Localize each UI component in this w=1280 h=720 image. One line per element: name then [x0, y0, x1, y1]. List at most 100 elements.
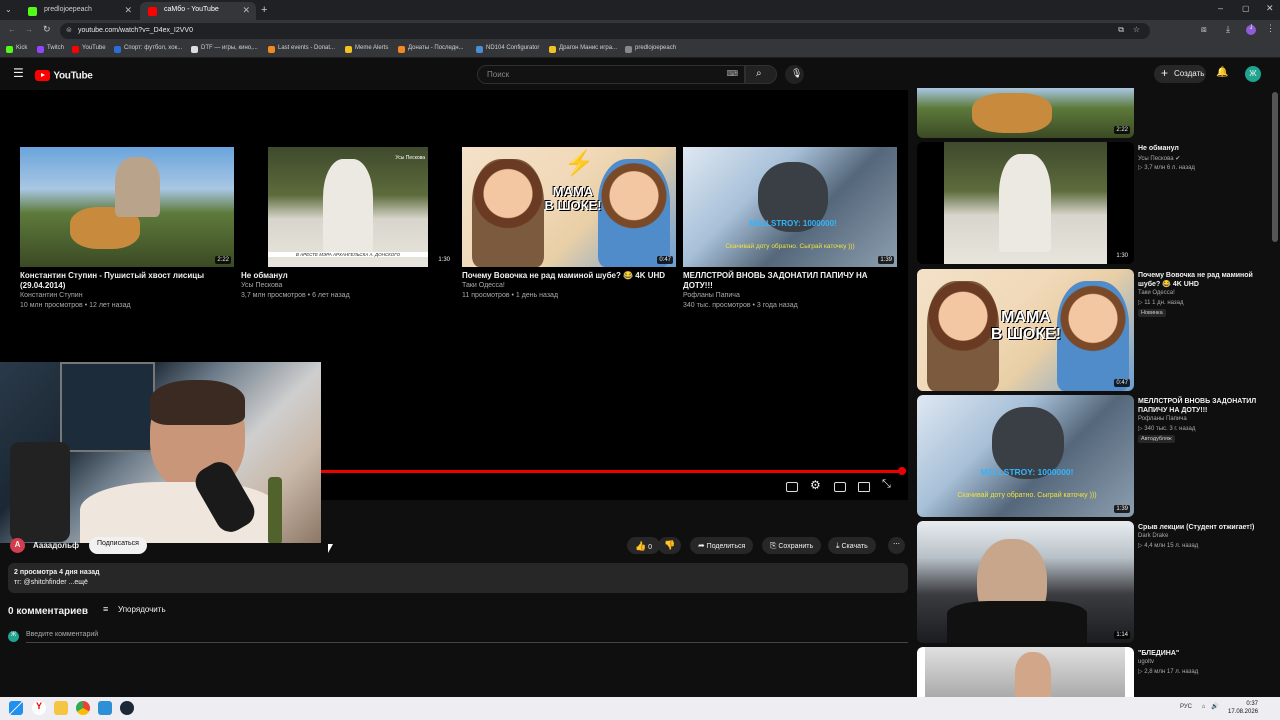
file-explorer-icon[interactable]: [54, 701, 68, 715]
chrome-icon[interactable]: [76, 701, 90, 715]
fullscreen-icon[interactable]: ⤡: [882, 478, 891, 491]
bookmark-item[interactable]: ND104 Configurator: [476, 45, 539, 53]
bottle-shape: [268, 477, 282, 543]
bookmark-star-icon[interactable]: ☆: [1133, 25, 1140, 34]
hamburger-menu-icon[interactable]: ☰: [13, 66, 24, 80]
close-tab-icon[interactable]: ✕: [124, 5, 132, 16]
profile-avatar[interactable]: J: [1246, 25, 1256, 35]
person-shape: [999, 154, 1051, 252]
create-button[interactable]: + Создать: [1154, 65, 1206, 83]
language-indicator[interactable]: РУС: [1180, 704, 1192, 710]
sidebar-video-item[interactable]: МАМА В ШОКЕ! 0:47 Почему Вовочка не рад …: [917, 269, 1277, 391]
thumbs-down-icon: 👎: [664, 540, 676, 550]
dislike-button[interactable]: 👎: [658, 537, 682, 554]
yandex-browser-icon[interactable]: Y: [32, 701, 46, 715]
sidebar-video-item[interactable]: 1:30 Не обманул Усы Пескова ✔ ▷ 3,7 млн …: [917, 142, 1277, 264]
bookmark-item[interactable]: Meme Alerts: [345, 45, 388, 53]
windows-start-icon[interactable]: [9, 701, 23, 715]
sports-site-icon: [114, 46, 121, 53]
bookmark-item[interactable]: Спорт: футбол, хок...: [114, 45, 182, 53]
extensions-icon[interactable]: ⧈: [1201, 24, 1207, 35]
jacket-shape: [947, 601, 1087, 643]
browser-tab[interactable]: predlojoepeach ✕: [20, 2, 138, 20]
downloads-icon[interactable]: ⤓: [1226, 24, 1230, 35]
description-box[interactable]: 2 просмотра 4 дня назад тг: @shitchfinde…: [8, 563, 908, 593]
bookmark-item[interactable]: YouTube: [72, 45, 106, 53]
download-button[interactable]: ⤓ Скачать: [828, 537, 876, 554]
donationalerts-icon: [268, 46, 275, 53]
bookmark-item[interactable]: Twitch: [37, 45, 64, 53]
mouse-cursor-icon: [328, 544, 333, 553]
browser-menu-icon[interactable]: ⋮: [1266, 23, 1275, 34]
sidebar-video-item[interactable]: "БЛЕДИНА" ugoltv ▷ 2,8 млн 17 л. назад: [917, 647, 1277, 697]
voice-search-button[interactable]: 🎙: [785, 65, 804, 84]
like-button[interactable]: 👍 0: [627, 537, 661, 554]
back-icon[interactable]: ←: [8, 25, 16, 34]
bookmark-item[interactable]: Драгон Манис игра...: [549, 45, 617, 53]
bookmark-item[interactable]: Last events - Donat...: [268, 45, 335, 53]
system-clock[interactable]: 0:37 17.08.2026: [1228, 700, 1258, 716]
cast-icon[interactable]: [858, 482, 870, 492]
bookmark-item[interactable]: Kick: [6, 45, 27, 53]
autoplay-toggle-icon[interactable]: [786, 482, 798, 492]
maximize-window-icon[interactable]: ▢: [1242, 4, 1250, 13]
volume-icon[interactable]: 🔊: [1211, 704, 1218, 710]
address-bar[interactable]: ⊜ youtube.com/watch?v=_D4ex_I2VV0 ⧉ ☆: [60, 23, 1150, 39]
thumbnail-overlay-subtext: Скачивай доту обратно. Сыграй каточку ))…: [725, 243, 855, 250]
more-actions-button[interactable]: ⋯: [888, 537, 905, 554]
keyboard-icon[interactable]: ⌨: [726, 69, 738, 78]
notifications-bell-icon[interactable]: 🔔: [1216, 67, 1228, 78]
bookmark-item[interactable]: DTF — игры, кино,...: [191, 45, 258, 53]
page-scrollbar[interactable]: [1272, 92, 1278, 242]
hair-shape: [150, 380, 245, 425]
tab-search-button[interactable]: ⌄: [5, 5, 12, 14]
search-input[interactable]: Поиск ⌨: [477, 65, 745, 84]
donations-icon: [398, 46, 405, 53]
forward-icon[interactable]: →: [25, 25, 33, 34]
site-info-icon[interactable]: ⊜: [66, 26, 72, 34]
thumbnail-overlay-subtext: Скачивай доту обратно. Сыграй каточку ))…: [957, 492, 1097, 499]
sidebar-video-item[interactable]: 2:22: [917, 88, 1277, 138]
account-avatar[interactable]: Ж: [1245, 66, 1261, 82]
app-icon[interactable]: [98, 701, 112, 715]
video-thumbnail: [917, 647, 1134, 697]
sidebar-video-item[interactable]: MELLSTROY: 1000000! Скачивай доту обратн…: [917, 395, 1277, 517]
page-icon: [625, 46, 632, 53]
progress-scrubber[interactable]: [898, 467, 906, 475]
search-button[interactable]: ⌕: [745, 65, 777, 84]
sort-comments-button[interactable]: ≡ Упорядочить: [103, 604, 166, 614]
system-tray[interactable]: РУС ⌂ 🔊: [1180, 703, 1218, 710]
minimize-window-icon[interactable]: –: [1218, 3, 1223, 13]
endscreen-video-card[interactable]: В АРЕСТЕ МЭРА АРХАНГЕЛЬСКА А. ДОНСКОГО У…: [241, 147, 455, 301]
thumbnail-headline: МАМА В ШОКЕ!: [990, 309, 1062, 343]
youtube-logo[interactable]: YouTube: [35, 68, 93, 82]
search-icon: ⌕: [756, 68, 762, 79]
endscreen-video-card[interactable]: 2:22 Константин Ступин - Пушистый хвост …: [20, 147, 234, 311]
bookmark-item[interactable]: predlojoepeach: [625, 45, 676, 53]
kick-icon: [6, 46, 13, 53]
network-icon[interactable]: ⌂: [1202, 704, 1206, 710]
reload-icon[interactable]: ↻: [43, 24, 51, 35]
channel-name-link[interactable]: Аааадольф: [33, 541, 79, 550]
share-button[interactable]: ➦ Поделиться: [690, 537, 754, 554]
close-tab-icon[interactable]: ✕: [242, 5, 250, 16]
bookmark-item[interactable]: Донаты - Последн...: [398, 45, 464, 53]
comment-input[interactable]: Введите комментарий: [26, 631, 908, 643]
sidebar-video-item[interactable]: 1:14 Срыв лекции (Студент отжигает!) Dar…: [917, 521, 1277, 643]
new-badge: Новинка: [1138, 309, 1166, 317]
subscribe-button[interactable]: Подписаться: [89, 537, 147, 554]
endscreen-video-card[interactable]: MELLSTROY: 1000000! Скачивай доту обратн…: [683, 147, 897, 311]
save-button[interactable]: ⎘ Сохранить: [762, 537, 822, 554]
video-progress-bar[interactable]: [320, 470, 904, 473]
install-app-icon[interactable]: ⧉: [1118, 25, 1124, 35]
channel-avatar[interactable]: A: [10, 538, 25, 553]
endscreen-video-card[interactable]: МАМА В ШОКЕ! ⚡ 0:47 Почему Вовочка не ра…: [462, 147, 676, 301]
settings-gear-icon[interactable]: ⚙: [810, 478, 821, 492]
browser-tab-active[interactable]: caMбo - YouTube ✕: [140, 2, 256, 20]
miniplayer-icon[interactable]: [834, 482, 846, 492]
thumbs-up-icon: 👍: [635, 541, 647, 551]
steam-icon[interactable]: [120, 701, 134, 715]
video-thumbnail: MELLSTROY: 1000000! Скачивай доту обратн…: [917, 395, 1134, 517]
close-window-icon[interactable]: ✕: [1266, 3, 1274, 14]
new-tab-icon[interactable]: +: [261, 4, 267, 16]
